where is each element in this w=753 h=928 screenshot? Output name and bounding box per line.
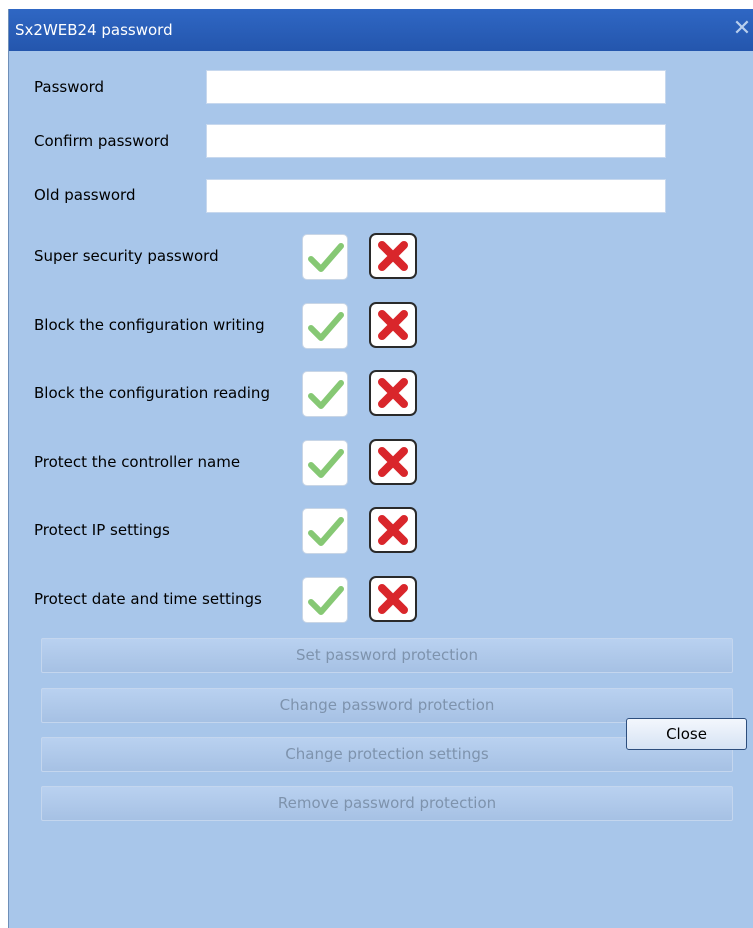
option-label-super-security: Super security password bbox=[34, 247, 219, 265]
checkmark-icon bbox=[308, 586, 344, 615]
date-time-disable-button[interactable] bbox=[369, 576, 417, 622]
block-writing-disable-button[interactable] bbox=[369, 302, 417, 348]
remove-password-protection-button[interactable]: Remove password protection bbox=[41, 786, 733, 821]
controller-name-disable-button[interactable] bbox=[369, 439, 417, 485]
red-x-icon bbox=[378, 584, 408, 614]
option-label-ip-settings: Protect IP settings bbox=[34, 521, 170, 539]
option-label-block-reading: Block the configuration reading bbox=[34, 384, 270, 402]
super-security-disable-button[interactable] bbox=[369, 233, 417, 279]
block-reading-enable-button[interactable] bbox=[302, 371, 348, 417]
checkmark-icon bbox=[308, 380, 344, 409]
confirm-password-field[interactable] bbox=[206, 124, 666, 158]
red-x-icon bbox=[378, 515, 408, 545]
checkmark-icon bbox=[308, 449, 344, 478]
checkmark-icon bbox=[308, 243, 344, 272]
password-label: Password bbox=[34, 78, 105, 96]
controller-name-enable-button[interactable] bbox=[302, 440, 348, 486]
password-field[interactable] bbox=[206, 70, 666, 104]
red-x-icon bbox=[378, 310, 408, 340]
super-security-enable-button[interactable] bbox=[302, 234, 348, 280]
ip-settings-enable-button[interactable] bbox=[302, 508, 348, 554]
close-button[interactable]: Close bbox=[626, 718, 747, 750]
password-dialog: Sx2WEB24 password ✕ Password Confirm pas… bbox=[8, 9, 753, 928]
window-title: Sx2WEB24 password bbox=[15, 21, 173, 39]
checkmark-icon bbox=[308, 517, 344, 546]
set-password-protection-button[interactable]: Set password protection bbox=[41, 638, 733, 673]
red-x-icon bbox=[378, 378, 408, 408]
window-close-icon[interactable]: ✕ bbox=[729, 16, 753, 42]
red-x-icon bbox=[378, 447, 408, 477]
ip-settings-disable-button[interactable] bbox=[369, 507, 417, 553]
option-label-block-writing: Block the configuration writing bbox=[34, 316, 265, 334]
option-label-date-time: Protect date and time settings bbox=[34, 590, 262, 608]
block-reading-disable-button[interactable] bbox=[369, 370, 417, 416]
red-x-icon bbox=[378, 241, 408, 271]
date-time-enable-button[interactable] bbox=[302, 577, 348, 623]
option-label-controller-name: Protect the controller name bbox=[34, 453, 241, 471]
old-password-label: Old password bbox=[34, 186, 136, 204]
block-writing-enable-button[interactable] bbox=[302, 303, 348, 349]
checkmark-icon bbox=[308, 312, 344, 341]
old-password-field[interactable] bbox=[206, 179, 666, 213]
title-bar: Sx2WEB24 password ✕ bbox=[9, 9, 753, 51]
confirm-password-label: Confirm password bbox=[34, 132, 170, 150]
